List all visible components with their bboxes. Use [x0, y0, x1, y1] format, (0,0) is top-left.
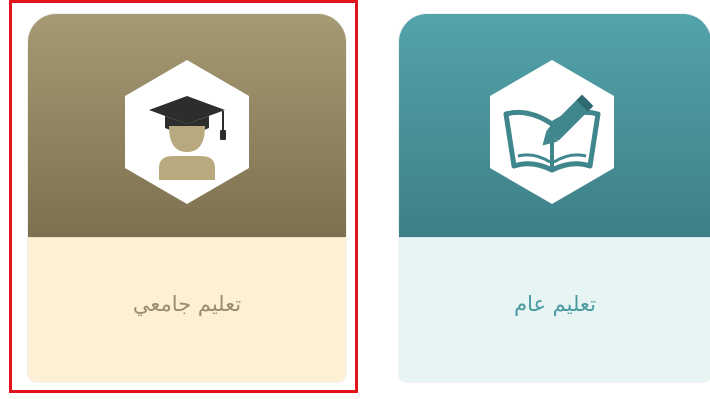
general-education-card[interactable]: تعليم عام	[399, 14, 710, 382]
card-footer: تعليم عام	[399, 237, 710, 382]
book-pencil-icon	[490, 60, 614, 204]
education-type-selector: تعليم جامعي تعليم عام	[0, 0, 710, 399]
card-header	[399, 14, 710, 237]
card-label: تعليم عام	[514, 292, 596, 316]
selection-highlight	[9, 0, 358, 393]
